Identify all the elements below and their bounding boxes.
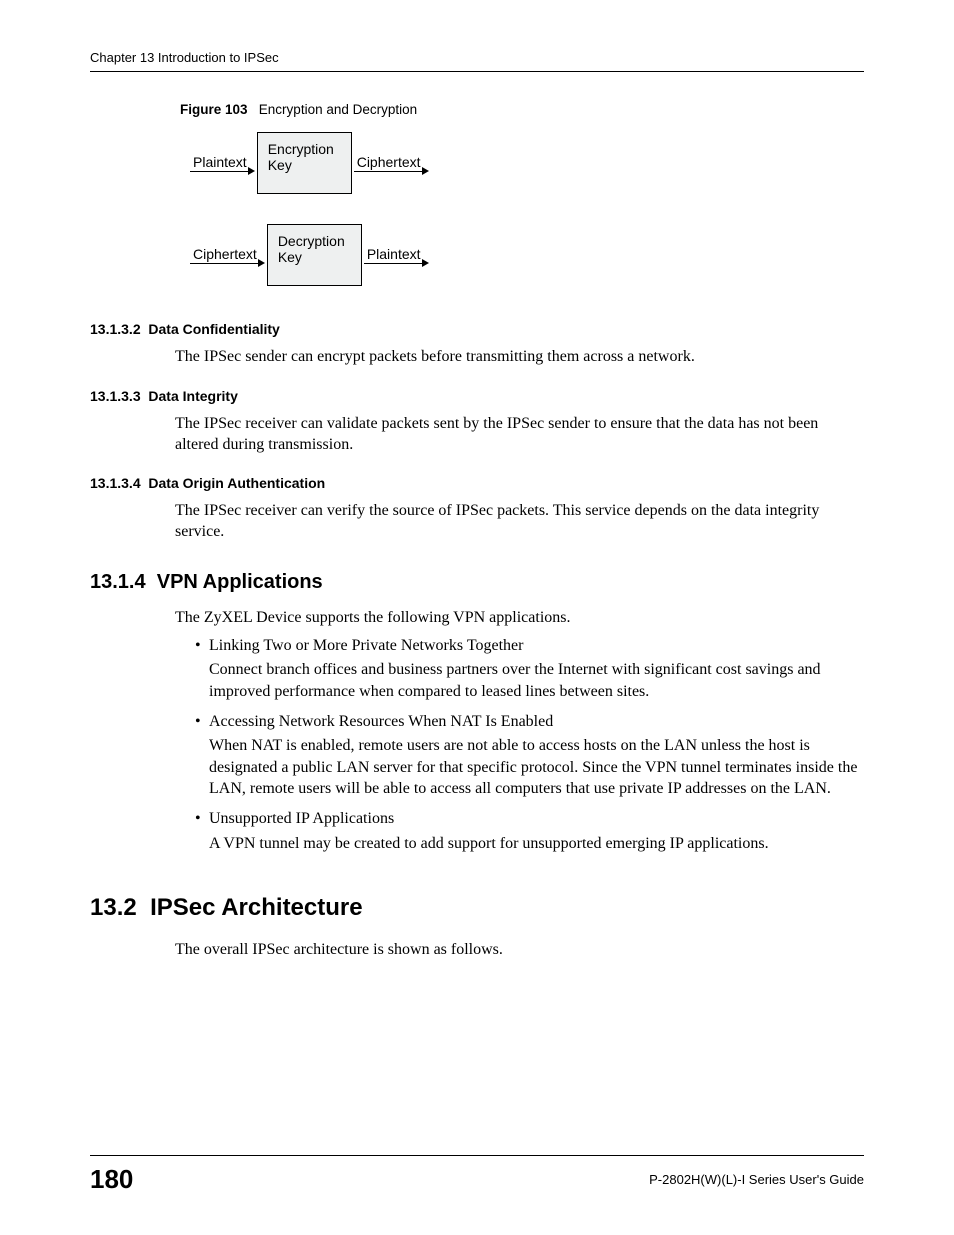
- body-data-confidentiality: The IPSec sender can encrypt packets bef…: [175, 347, 864, 368]
- bullet-detail: A VPN tunnel may be created to add suppo…: [209, 833, 864, 855]
- page-header: Chapter 13 Introduction to IPSec: [90, 50, 864, 72]
- heading-data-origin-auth: 13.1.3.4 Data Origin Authentication: [90, 475, 864, 491]
- list-item: Accessing Network Resources When NAT Is …: [195, 711, 864, 800]
- figure-label: Figure 103: [180, 102, 248, 117]
- diagram-row-decrypt: Ciphertext Decryption Key Plaintext: [190, 224, 864, 286]
- bullet-head: Unsupported IP Applications: [209, 810, 394, 827]
- body-data-origin-auth: The IPSec receiver can verify the source…: [175, 501, 864, 543]
- figure-title: Encryption and Decryption: [259, 102, 417, 117]
- encryption-diagram: Plaintext Encryption Key Ciphertext Ciph…: [190, 132, 864, 286]
- diagram-label-ciphertext-right: Ciphertext: [354, 154, 424, 172]
- bullet-head: Linking Two or More Private Networks Tog…: [209, 637, 523, 654]
- heading-data-integrity: 13.1.3.3 Data Integrity: [90, 388, 864, 404]
- diagram-box-decryption: Decryption Key: [267, 224, 362, 286]
- heading-ipsec-architecture: 13.2 IPSec Architecture: [90, 894, 864, 922]
- diagram-label-ciphertext-left: Ciphertext: [190, 246, 260, 264]
- body-vpn-intro: The ZyXEL Device supports the following …: [175, 608, 864, 629]
- diagram-box-encryption: Encryption Key: [257, 132, 352, 194]
- body-data-integrity: The IPSec receiver can validate packets …: [175, 414, 864, 456]
- figure-caption: Figure 103 Encryption and Decryption: [180, 102, 864, 117]
- diagram-row-encrypt: Plaintext Encryption Key Ciphertext: [190, 132, 864, 194]
- page-number: 180: [90, 1164, 133, 1195]
- diagram-label-plaintext-right: Plaintext: [364, 246, 424, 264]
- chapter-title: Chapter 13 Introduction to IPSec: [90, 50, 279, 65]
- bullet-detail: When NAT is enabled, remote users are no…: [209, 735, 864, 800]
- list-item: Linking Two or More Private Networks Tog…: [195, 635, 864, 703]
- bullet-head: Accessing Network Resources When NAT Is …: [209, 713, 553, 730]
- body-arch-intro: The overall IPSec architecture is shown …: [175, 940, 864, 961]
- vpn-bullet-list: Linking Two or More Private Networks Tog…: [195, 635, 864, 854]
- footer-guide: P-2802H(W)(L)-I Series User's Guide: [649, 1172, 864, 1187]
- heading-data-confidentiality: 13.1.3.2 Data Confidentiality: [90, 321, 864, 337]
- bullet-detail: Connect branch offices and business part…: [209, 659, 864, 702]
- heading-vpn-applications: 13.1.4 VPN Applications: [90, 571, 864, 594]
- list-item: Unsupported IP Applications A VPN tunnel…: [195, 808, 864, 854]
- diagram-label-plaintext-left: Plaintext: [190, 154, 250, 172]
- page-footer: 180 P-2802H(W)(L)-I Series User's Guide: [90, 1155, 864, 1195]
